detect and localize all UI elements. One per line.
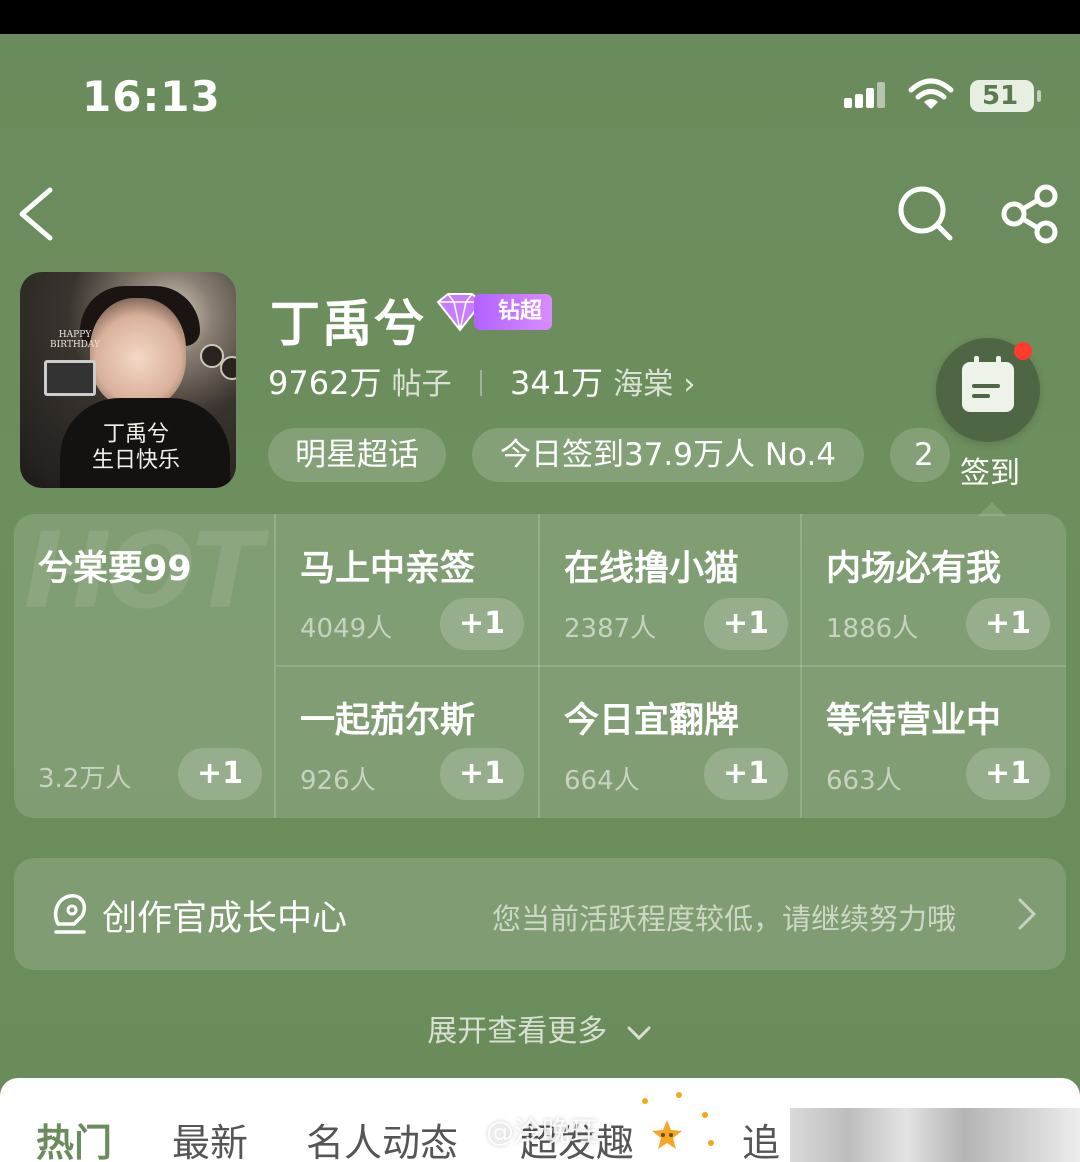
growth-center-card[interactable]: 创作官成长中心 您当前活跃程度较低，请继续努力哦 bbox=[14, 858, 1066, 970]
sparkle bbox=[708, 1140, 714, 1146]
hot-cell-title: 内场必有我 bbox=[826, 549, 1002, 589]
fans-label: 海棠 bbox=[613, 367, 674, 402]
hot-cell-count: 2387人 bbox=[564, 614, 657, 644]
signal-bar bbox=[855, 94, 863, 108]
stats-divider bbox=[479, 370, 482, 396]
calendar-ring bbox=[974, 356, 979, 368]
diamond-badge[interactable]: 钻超 bbox=[434, 292, 552, 332]
avatar-caption-line1: 丁禹兮 bbox=[103, 422, 170, 447]
hot-cell[interactable]: 等待营业中 663人 +1 bbox=[802, 666, 1066, 818]
fans-count: 341万 bbox=[509, 364, 604, 402]
tab-follow[interactable]: 追 bbox=[742, 1112, 780, 1162]
topic-stats[interactable]: 9762万 帖子 341万 海棠 › bbox=[268, 358, 695, 404]
chevron-right-icon: › bbox=[683, 367, 696, 402]
hot-cell-count: 926人 bbox=[300, 766, 376, 796]
hot-cell[interactable]: 马上中亲签 4049人 +1 bbox=[276, 514, 538, 666]
battery-icon: 51 bbox=[970, 80, 1034, 112]
tag-star-topic[interactable]: 明星超话 bbox=[268, 428, 446, 482]
share-icon[interactable] bbox=[1000, 184, 1062, 244]
back-arrow-icon[interactable] bbox=[12, 186, 62, 242]
chevron-right-icon bbox=[1018, 898, 1037, 930]
expand-more-button[interactable]: 展开查看更多 bbox=[0, 1006, 1080, 1050]
hot-cell-count: 4049人 bbox=[300, 614, 393, 644]
expand-more-label: 展开查看更多 bbox=[427, 1014, 608, 1049]
signal-bar bbox=[877, 82, 885, 108]
avatar-face bbox=[90, 298, 186, 408]
wifi-icon bbox=[908, 78, 954, 109]
avatar-tv-frame bbox=[44, 360, 96, 396]
weibo-watermark: @泠晚珏 bbox=[486, 1115, 599, 1148]
hot-cell-count: 3.2万人 bbox=[38, 764, 132, 794]
plus-one-button[interactable]: +1 bbox=[178, 748, 262, 800]
topic-name: 丁禹兮 bbox=[270, 295, 426, 353]
calendar-ring bbox=[996, 356, 1001, 368]
hot-cell-title: 等待营业中 bbox=[826, 701, 1002, 741]
plus-one-button[interactable]: +1 bbox=[966, 598, 1050, 650]
posts-count: 9762万 bbox=[268, 364, 382, 402]
hot-cell-count: 663人 bbox=[826, 766, 902, 796]
signal-bar bbox=[866, 88, 874, 108]
star-badge-icon bbox=[652, 1120, 682, 1149]
tag-more[interactable]: 2 bbox=[890, 428, 950, 482]
hot-cell[interactable]: 内场必有我 1886人 +1 bbox=[802, 514, 1066, 666]
calendar-icon bbox=[962, 356, 1014, 412]
sparkle bbox=[702, 1112, 708, 1118]
plus-one-button[interactable]: +1 bbox=[440, 598, 524, 650]
creator-pen-icon bbox=[53, 894, 87, 934]
hot-cell[interactable]: 在线撸小猫 2387人 +1 bbox=[540, 514, 802, 666]
tab-hot[interactable]: 热门 bbox=[36, 1112, 112, 1162]
avatar[interactable]: HAPPY BIRTHDAY 丁禹兮 生日快乐 bbox=[20, 272, 236, 488]
search-icon[interactable] bbox=[894, 182, 956, 244]
posts-label: 帖子 bbox=[391, 367, 452, 402]
status-icons: 51 bbox=[842, 78, 1042, 114]
top-black-bar bbox=[0, 0, 1080, 34]
hot-cell[interactable]: 今日宜翻牌 664人 +1 bbox=[540, 666, 802, 818]
avatar-caption: 丁禹兮 生日快乐 bbox=[92, 422, 180, 474]
plus-one-button[interactable]: +1 bbox=[704, 598, 788, 650]
hot-cell-count: 664人 bbox=[564, 766, 640, 796]
avatar-happy-birthday: HAPPY BIRTHDAY bbox=[50, 330, 100, 350]
checkin-label: 签到 bbox=[960, 456, 1020, 491]
calendar-line bbox=[972, 394, 990, 398]
plus-one-button[interactable]: +1 bbox=[704, 748, 788, 800]
hot-cell-title: 在线撸小猫 bbox=[564, 549, 740, 589]
hot-cell-title: 兮棠要99 bbox=[38, 549, 192, 589]
growth-center-title: 创作官成长中心 bbox=[102, 899, 348, 939]
chevron-down-icon bbox=[627, 1026, 651, 1040]
plus-one-button[interactable]: +1 bbox=[440, 748, 524, 800]
badge-label: 钻超 bbox=[474, 294, 552, 330]
avatar-caption-line2: 生日快乐 bbox=[92, 448, 181, 473]
plus-one-button[interactable]: +1 bbox=[966, 748, 1050, 800]
signal-icon bbox=[844, 98, 852, 108]
hot-cell-title: 一起茄尔斯 bbox=[300, 701, 476, 741]
calendar-line bbox=[972, 384, 1000, 388]
avatar-heart-charm bbox=[220, 356, 236, 380]
hot-cell[interactable]: 一起茄尔斯 926人 +1 bbox=[276, 666, 538, 818]
tab-latest[interactable]: 最新 bbox=[172, 1112, 248, 1162]
sparkle bbox=[676, 1092, 682, 1098]
hot-cell[interactable]: 兮棠要99 3.2万人 +1 bbox=[14, 514, 274, 818]
battery-tip bbox=[1037, 90, 1041, 102]
hot-cell-count: 1886人 bbox=[826, 614, 919, 644]
tab-celebrity[interactable]: 名人动态 bbox=[306, 1112, 458, 1162]
growth-center-desc: 您当前活跃程度较低，请继续努力哦 bbox=[492, 902, 957, 936]
tab-overflow-blur bbox=[790, 1108, 1080, 1162]
hot-cell-title: 马上中亲签 bbox=[300, 549, 476, 589]
hot-cell-title: 今日宜翻牌 bbox=[564, 701, 740, 741]
checkin-button[interactable] bbox=[936, 338, 1040, 442]
tag-checkin-rank[interactable]: 今日签到37.9万人 No.4 bbox=[472, 428, 864, 482]
sparkle bbox=[642, 1098, 648, 1104]
notification-dot bbox=[1014, 342, 1032, 360]
status-time: 16:13 bbox=[82, 72, 221, 121]
